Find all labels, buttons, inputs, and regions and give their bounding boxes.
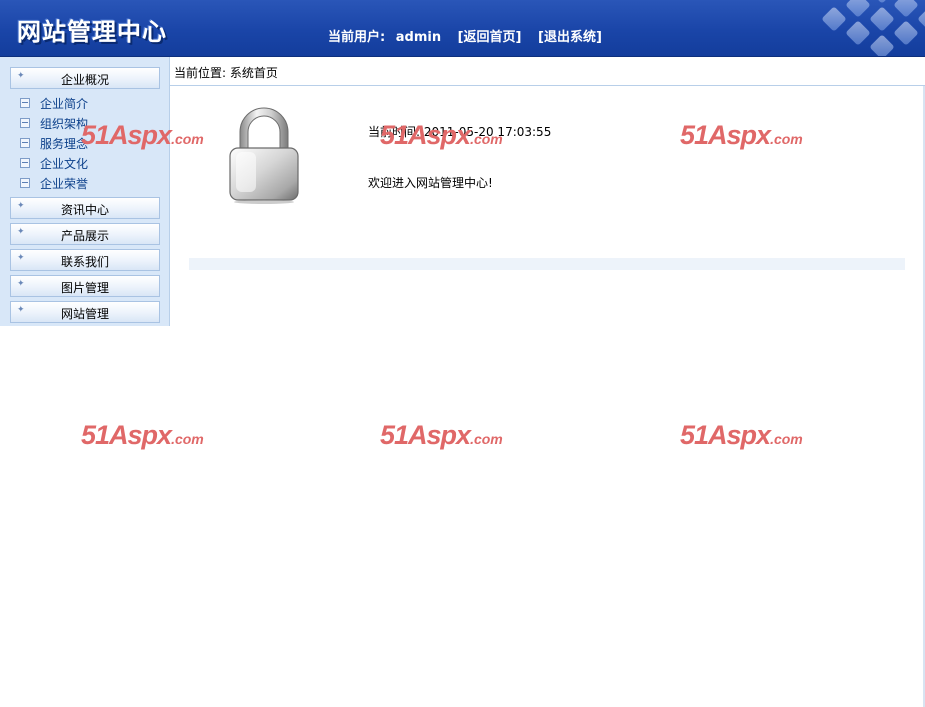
menu-label: 产品展示	[60, 229, 109, 243]
minus-icon	[20, 118, 30, 128]
lock-icon	[229, 107, 299, 204]
menu-images[interactable]: ✦ 图片管理	[10, 275, 160, 297]
sidebar: ✦ 企业概况 企业简介 组织架构 服务理念 企业文化 企业荣誉 ✦ 资讯中心 ✦…	[0, 57, 170, 326]
breadcrumb-label: 当前位置:	[174, 66, 227, 80]
menu-contact[interactable]: ✦ 联系我们	[10, 249, 160, 271]
breadcrumb-text: 当前位置: 系统首页	[174, 64, 278, 81]
breadcrumb: 当前位置: 系统首页	[170, 57, 925, 86]
header-decoration	[815, 0, 925, 56]
menu-site-admin[interactable]: ✦ 网站管理	[10, 301, 160, 323]
breadcrumb-current-page: 系统首页	[229, 66, 278, 80]
current-username: admin	[395, 30, 442, 45]
watermark-logo: 51Aspx.com	[680, 420, 803, 450]
menu-products[interactable]: ✦ 产品展示	[10, 223, 160, 245]
submenu-item-honors[interactable]: 企业荣誉	[20, 174, 88, 194]
menu-company-overview[interactable]: ✦ 企业概况	[10, 67, 160, 89]
logout-link[interactable]: [退出系统]	[538, 30, 602, 45]
watermark-logo: 51Aspx.com	[680, 120, 803, 150]
menu-label: 资讯中心	[60, 203, 109, 217]
submenu-item-structure[interactable]: 组织架构	[20, 114, 88, 134]
current-time-label: 当前时间:	[368, 125, 421, 139]
minus-icon	[20, 158, 30, 168]
current-time: 当前时间: 2011-05-20 17:03:55	[368, 123, 551, 140]
menu-label: 企业概况	[60, 73, 109, 87]
site-logo: 网站管理中心	[17, 18, 167, 46]
top-header: 网站管理中心 当前用户: admin [返回首页] [退出系统]	[0, 0, 925, 57]
menu-label: 联系我们	[60, 255, 109, 269]
content-divider-bar	[189, 258, 905, 270]
minus-icon	[20, 98, 30, 108]
user-bar: 当前用户: admin [返回首页] [退出系统]	[328, 26, 608, 45]
welcome-message: 欢迎进入网站管理中心!	[368, 176, 493, 190]
submenu-item-intro[interactable]: 企业简介	[20, 94, 88, 114]
submenu-item-service[interactable]: 服务理念	[20, 134, 88, 154]
watermark-logo: 51Aspx.com	[81, 420, 204, 450]
menu-news-center[interactable]: ✦ 资讯中心	[10, 197, 160, 219]
minus-icon	[20, 178, 30, 188]
minus-icon	[20, 138, 30, 148]
back-home-link[interactable]: [返回首页]	[458, 30, 522, 45]
menu-label: 网站管理	[60, 307, 109, 321]
watermark-logo: 51Aspx.com	[380, 420, 503, 450]
current-time-value: 2011-05-20 17:03:55	[423, 125, 552, 139]
submenu-item-culture[interactable]: 企业文化	[20, 154, 88, 174]
menu-label: 图片管理	[60, 281, 109, 295]
current-user-label: 当前用户:	[328, 30, 386, 45]
submenu-company-overview: 企业简介 组织架构 服务理念 企业文化 企业荣誉	[20, 94, 88, 194]
